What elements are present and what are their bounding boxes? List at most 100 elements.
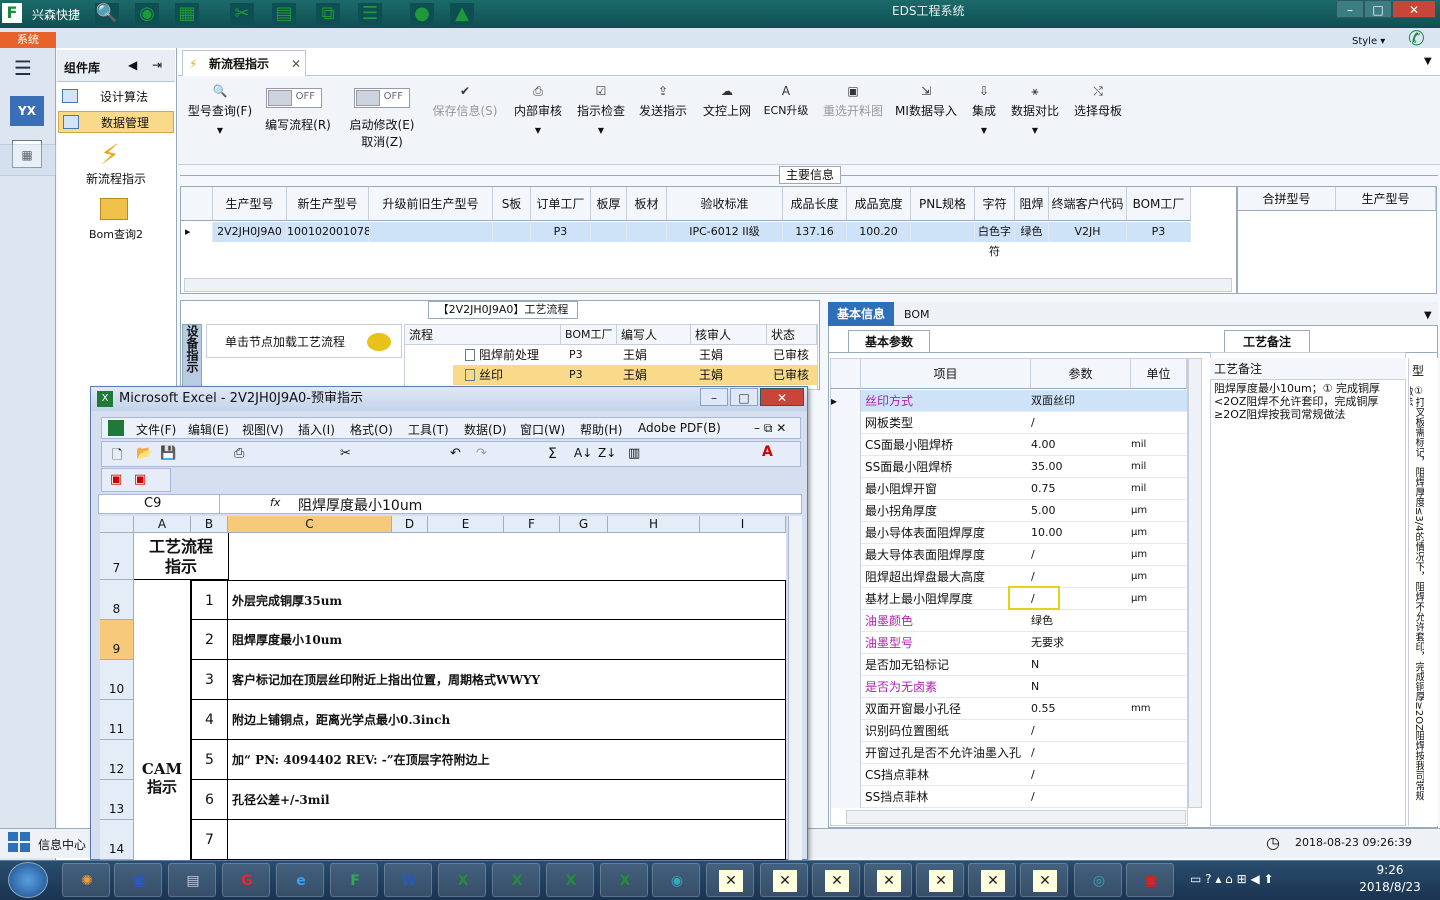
pane-dropdown-icon[interactable]: ▼ <box>1424 310 1432 321</box>
ecn-button[interactable]: A ECN升级 <box>762 84 810 118</box>
formula-input[interactable]: 阻焊厚度最小10um <box>298 495 422 515</box>
param-row[interactable]: 开窗过孔是否不允许油墨入孔 / <box>831 742 1187 764</box>
redo-icon[interactable]: ↷ <box>476 446 487 461</box>
grid-cell[interactable]: 2V2JH0J9A0 <box>213 222 287 242</box>
folder-icon[interactable] <box>100 198 128 220</box>
excel-menu-item[interactable]: 工具(T) <box>408 421 449 438</box>
line-text-cell[interactable]: 外层完成铜厚35um <box>228 580 786 620</box>
query-button[interactable]: 🔍 型号查询(F) ▼ <box>184 84 256 138</box>
sheet-corner[interactable] <box>100 516 134 533</box>
line-text-cell[interactable]: 附边上铺铜点，距离光学点最小0.3inch <box>228 700 786 740</box>
excel-column-header[interactable]: D <box>392 516 428 533</box>
excel-row-header[interactable]: 8 <box>100 580 134 620</box>
minimize-button[interactable]: – <box>1336 0 1364 18</box>
compare-button[interactable]: ⚹ 数据对比 ▼ <box>1008 84 1062 138</box>
select-board-button[interactable]: ⤭ 选择母板 <box>1070 84 1126 118</box>
sort-asc-icon[interactable]: A↓ <box>574 446 592 460</box>
taskbar-app[interactable]: ✕ <box>706 863 754 897</box>
excel-menu-item[interactable]: 窗口(W) <box>520 421 565 438</box>
param-row[interactable]: SS面最小阻焊桥 35.00 mil <box>831 456 1187 478</box>
excel-column-header[interactable]: B <box>191 516 228 533</box>
excel-vscrollbar[interactable] <box>788 516 802 860</box>
tab-new-flow[interactable]: ⚡ 新流程指示 ✕ <box>182 50 306 76</box>
param-value[interactable]: / <box>1031 720 1129 742</box>
param-value[interactable]: / <box>1031 412 1129 434</box>
taskbar-app[interactable]: ▤ <box>168 863 216 897</box>
param-hscrollbar[interactable] <box>846 810 1186 824</box>
grid-icon[interactable]: ▦ <box>175 3 199 25</box>
flow-row-name[interactable]: 丝印 <box>461 365 503 385</box>
taskbar-app[interactable]: ✕ <box>760 863 808 897</box>
line-number-cell[interactable]: 7 <box>191 820 228 860</box>
integrate-button[interactable]: ⇩ 集成 ▼ <box>966 84 1002 138</box>
taskbar-app[interactable]: G <box>222 863 270 897</box>
taskbar-app[interactable]: ✕ <box>916 863 964 897</box>
line-text-cell[interactable]: 孔径公差+/-3mil <box>228 780 786 820</box>
excel-column-header[interactable]: E <box>428 516 504 533</box>
taskbar-app[interactable]: X <box>600 863 648 897</box>
save-button[interactable]: ✔ 保存信息(S) <box>430 84 500 118</box>
grid-cell[interactable] <box>911 222 975 242</box>
windows-grid-icon[interactable] <box>8 832 30 852</box>
param-row[interactable]: 阻焊超出焊盘最大高度 / μm <box>831 566 1187 588</box>
excel-column-header[interactable]: C <box>228 516 392 533</box>
tab-close-icon[interactable]: ✕ <box>291 51 301 77</box>
excel-menu-item[interactable]: 视图(V) <box>242 421 284 438</box>
mi-import-button[interactable]: ⇲ MI数据导入 <box>894 84 958 118</box>
grid-cell[interactable]: 白色字符 <box>975 222 1015 258</box>
sum-icon[interactable]: Σ <box>548 446 557 462</box>
excel-menu-controls[interactable]: – ⧉ ✕ <box>754 421 786 436</box>
grid-cell[interactable]: P3 <box>1127 222 1191 242</box>
param-row[interactable]: 最小阻焊开窗 0.75 mil <box>831 478 1187 500</box>
taskbar-app[interactable]: F <box>330 863 378 897</box>
param-value[interactable]: / <box>1031 764 1129 786</box>
param-row[interactable]: ▸ 丝印方式 双面丝印 <box>831 390 1187 412</box>
param-value[interactable]: / <box>1031 544 1129 566</box>
param-row[interactable]: CS面最小阻焊桥 4.00 mil <box>831 434 1187 456</box>
grid-cell[interactable]: 绿色 <box>1015 222 1049 242</box>
param-row[interactable]: 油墨颜色 绿色 <box>831 610 1187 632</box>
param-row[interactable]: 最大导体表面阻焊厚度 / μm <box>831 544 1187 566</box>
grid-cell[interactable]: 137.16 <box>783 222 847 242</box>
excel-row-header[interactable]: 13 <box>100 780 134 820</box>
sort-desc-icon[interactable]: Z↓ <box>598 446 616 460</box>
grid-cell[interactable] <box>493 222 531 242</box>
check-button[interactable]: ☑ 指示检查 ▼ <box>574 84 628 138</box>
taskbar-app[interactable]: ✕ <box>812 863 860 897</box>
grid-cell[interactable]: 100.20 <box>847 222 911 242</box>
excel-menu-item[interactable]: 数据(D) <box>464 421 507 438</box>
param-value[interactable]: 无要求 <box>1031 632 1129 654</box>
line-number-cell[interactable]: 2 <box>191 620 228 660</box>
taskbar-app[interactable]: X <box>492 863 540 897</box>
device-instruction-tab[interactable]: 设备指示 <box>182 324 202 390</box>
main-info-hscrollbar[interactable] <box>184 278 1232 292</box>
param-row[interactable]: 双面开窗最小孔径 0.55 mm <box>831 698 1187 720</box>
param-row[interactable]: 最小导体表面阻焊厚度 10.00 μm <box>831 522 1187 544</box>
param-value[interactable]: 绿色 <box>1031 610 1129 632</box>
send-button[interactable]: ⇪ 发送指示 <box>636 84 690 118</box>
line-text-cell[interactable]: 加“ PN: 4094402 REV: -”在顶层字符附边上 <box>228 740 786 780</box>
cancel-label[interactable]: 取消(Z) <box>344 133 420 150</box>
excel-menu-item[interactable]: 文件(F) <box>136 421 176 438</box>
grid-cell[interactable] <box>591 222 627 242</box>
tools-icon[interactable]: ✂ <box>230 3 254 25</box>
lib-item-design-algorithm[interactable]: 设计算法 <box>58 86 174 108</box>
style-menu[interactable]: Style ▾ <box>1352 36 1385 47</box>
pdf-icon[interactable]: ▣ <box>110 472 122 487</box>
grid-cell[interactable]: V2JH <box>1049 222 1127 242</box>
yx-app-icon[interactable]: YX <box>10 96 44 126</box>
excel-menu-item[interactable]: 插入(I) <box>298 421 335 438</box>
taskbar-app[interactable]: ◉ <box>652 863 700 897</box>
tab-process-notes[interactable]: 工艺备注 <box>1224 330 1310 352</box>
param-value[interactable]: N <box>1031 676 1129 698</box>
open-icon[interactable]: 📂 <box>136 446 152 461</box>
lightning-icon[interactable]: ⚡ <box>100 138 120 171</box>
pin-icon[interactable]: ⇥ <box>152 58 162 72</box>
param-value[interactable]: / <box>1031 566 1129 588</box>
film-icon[interactable]: ▤ <box>272 3 296 25</box>
line-number-cell[interactable]: 5 <box>191 740 228 780</box>
excel-column-header[interactable]: F <box>504 516 560 533</box>
excel-menu-item[interactable]: Adobe PDF(B) <box>638 421 721 435</box>
excel-row-header[interactable]: 10 <box>100 660 134 700</box>
phone-icon[interactable]: ✆ <box>1408 26 1425 50</box>
